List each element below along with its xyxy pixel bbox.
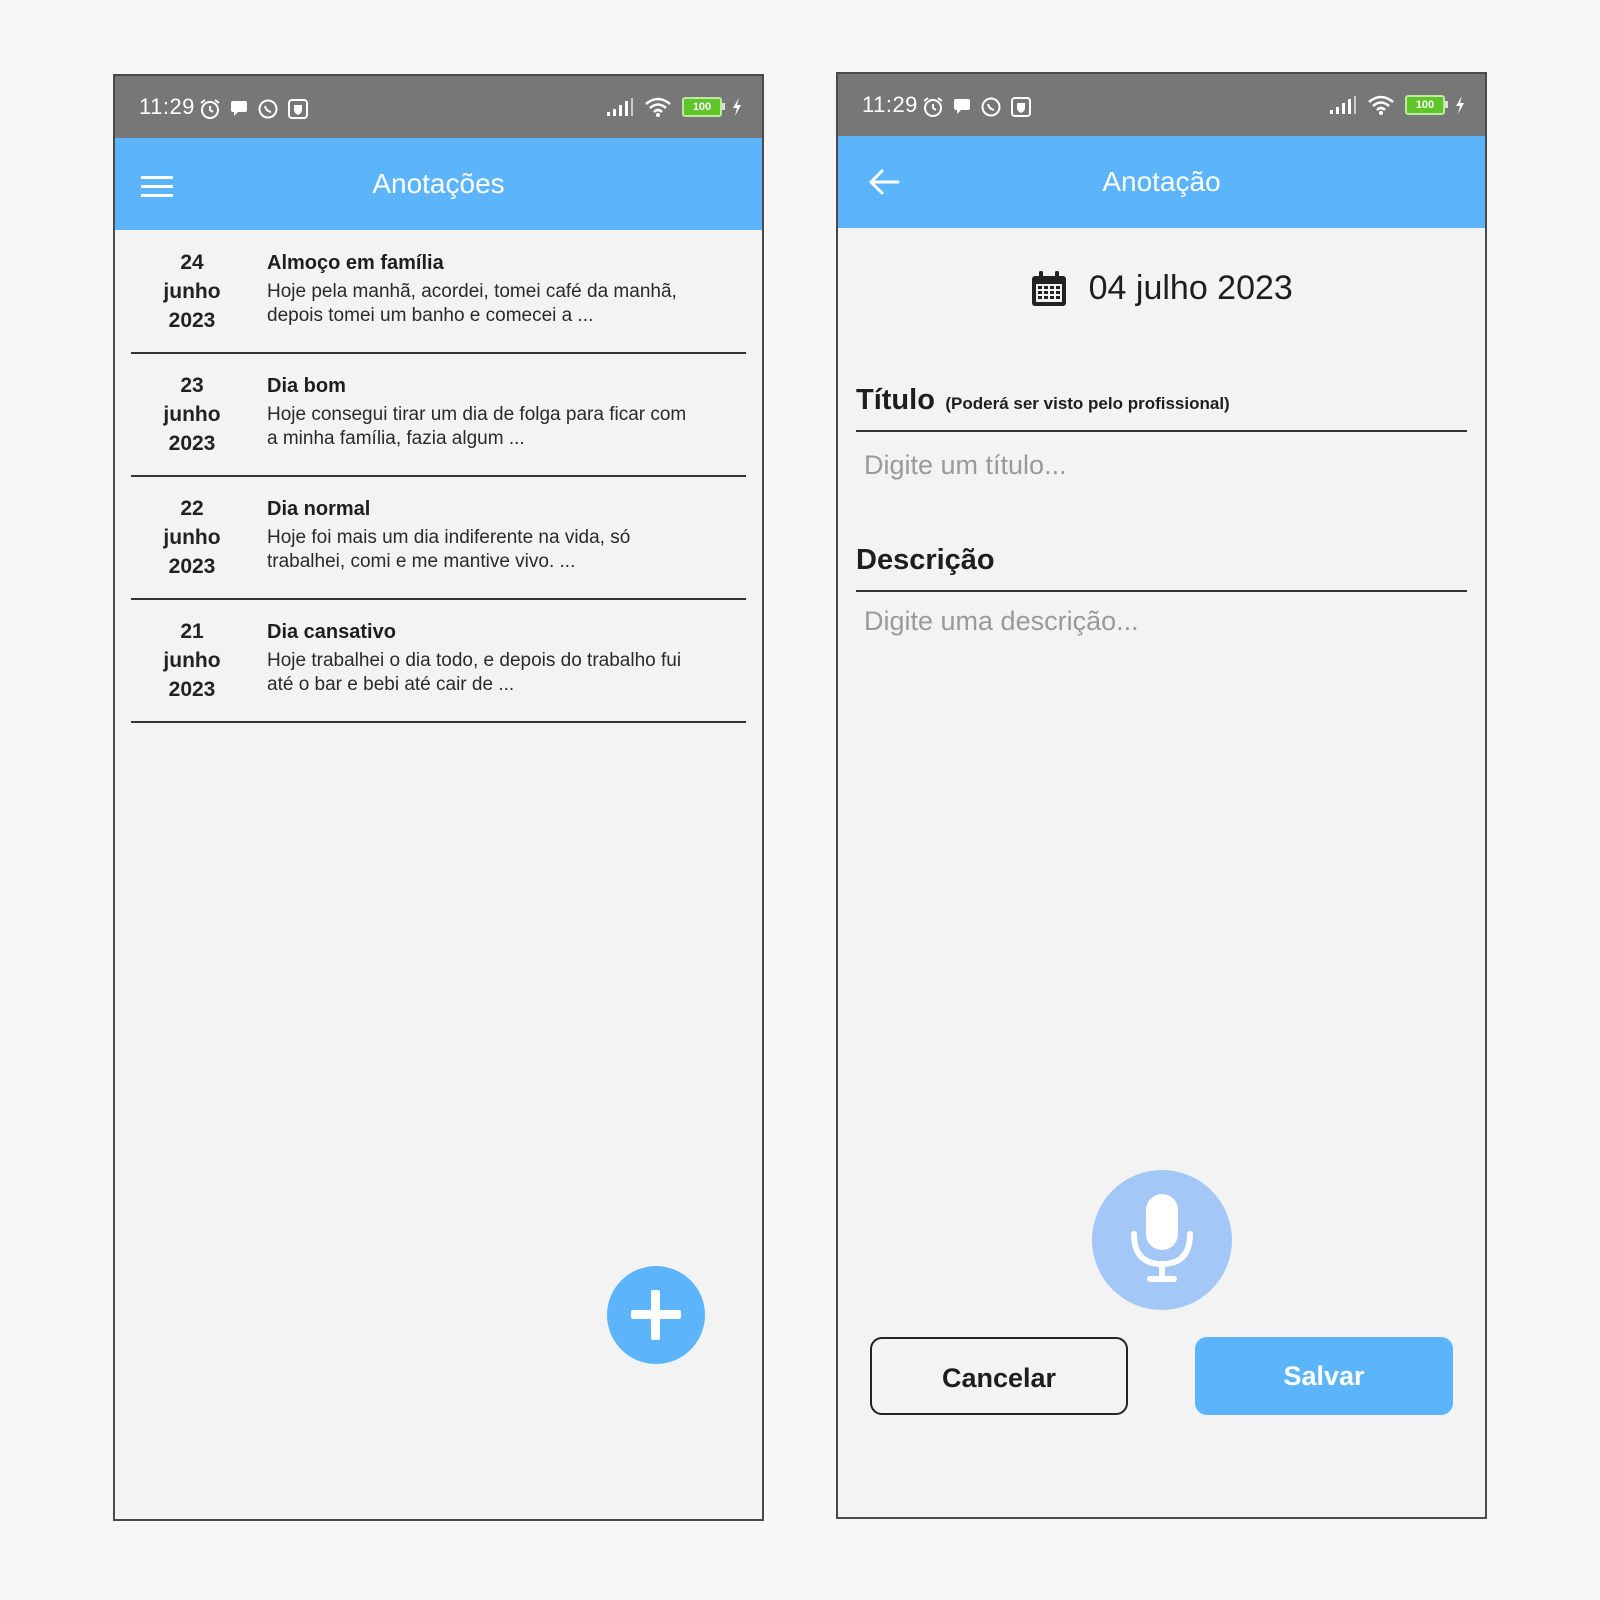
signal-icon [1330,96,1356,114]
note-date: 23 junho 2023 [131,371,253,458]
wifi-icon [1368,95,1394,115]
page-title: Anotação [1102,166,1221,197]
app-bar: Anotações [115,138,762,230]
alarm-icon [200,99,220,119]
notes-list: 24 junho 2023 Almoço em família Hoje pel… [131,231,746,723]
status-time: 11:29 [862,92,918,117]
note-year: 2023 [168,309,216,332]
note-date: 24 junho 2023 [131,248,253,335]
note-year: 2023 [168,432,216,455]
note-month: junho [163,526,221,549]
note-title: Dia bom [267,375,346,397]
note-year: 2023 [168,555,216,578]
chat-bubble-icon [954,99,970,114]
whatsapp-icon [258,99,278,119]
note-description: Hoje trabalhei o dia todo, e depois do t… [267,649,727,697]
note-day: 22 [180,497,204,520]
note-description-line: a minha família, fazia algum ... [267,428,525,449]
note-title: Dia normal [267,498,371,520]
note-description-line: até o bar e bebi até cair de ... [267,674,515,695]
note-description-line: Hoje trabalhei o dia todo, e depois do t… [267,650,682,671]
note-description: Hoje consegui tirar um dia de folga para… [267,403,727,451]
charging-icon [1456,96,1464,114]
note-title: Almoço em família [267,252,444,274]
note-month: junho [163,403,221,426]
title-label: Título [856,384,935,416]
title-input[interactable] [862,444,1461,486]
note-description-line: trabalhei, comi e me mantive vivo. ... [267,551,576,572]
list-item[interactable]: 21 junho 2023 Dia cansativo Hoje trabalh… [131,600,746,723]
description-input[interactable] [862,604,1461,1108]
note-title: Dia cansativo [267,621,396,643]
shield-app-icon [1011,97,1031,117]
note-date: 22 junho 2023 [131,494,253,581]
note-year: 2023 [168,678,216,701]
whatsapp-icon [981,97,1001,117]
save-button[interactable]: Salvar [1195,1337,1453,1415]
app-bar: Anotação [838,136,1485,228]
list-item[interactable]: 22 junho 2023 Dia normal Hoje foi mais u… [131,477,746,600]
page-title: Anotações [372,168,505,199]
notes-list-screen: 11:29 100 Anotações 24 junho 2023 Almoço… [113,74,764,1521]
status-time: 11:29 [139,94,195,119]
battery-icon: 100 [682,97,725,117]
signal-icon [607,98,633,116]
wifi-icon [645,97,671,117]
note-description-line: depois tomei um banho e comecei a ... [267,305,594,326]
note-day: 24 [180,251,204,274]
battery-icon: 100 [1405,95,1448,115]
note-description-line: Hoje pela manhã, acordei, tomei café da … [267,281,677,302]
calendar-icon [1032,270,1067,306]
shield-app-icon [288,99,308,119]
charging-icon [733,98,741,116]
status-bar: 11:29 100 [115,76,762,138]
note-description: Hoje foi mais um dia indiferente na vida… [267,526,727,574]
status-bar: 11:29 100 [838,74,1485,136]
note-description-line: Hoje foi mais um dia indiferente na vida… [267,527,631,548]
note-day: 23 [180,374,204,397]
list-item[interactable]: 23 junho 2023 Dia bom Hoje consegui tira… [131,354,746,477]
title-hint: (Poderá ser visto pelo profissional) [945,394,1230,413]
note-month: junho [163,280,221,303]
description-label: Descrição [856,544,995,576]
title-field-label: Título (Poderá ser visto pelo profission… [856,384,1467,432]
voice-input-button[interactable] [1092,1170,1232,1310]
add-note-button[interactable] [607,1266,705,1364]
note-date-text: 04 julho 2023 [1088,269,1293,307]
cancel-button[interactable]: Cancelar [870,1337,1128,1415]
microphone-icon [1131,1194,1193,1282]
list-item[interactable]: 24 junho 2023 Almoço em família Hoje pel… [131,231,746,354]
chat-bubble-icon [231,101,247,116]
description-field-label: Descrição [856,544,1467,592]
note-month: junho [163,649,221,672]
note-description: Hoje pela manhã, acordei, tomei café da … [267,280,727,328]
note-description-line: Hoje consegui tirar um dia de folga para… [267,404,687,425]
note-date: 21 junho 2023 [131,617,253,704]
alarm-icon [923,97,943,117]
note-date-row[interactable]: 04 julho 2023 [838,269,1485,313]
note-day: 21 [180,620,204,643]
note-edit-screen: 11:29 100 Anotação 04 julho 2023 Título … [836,72,1487,1519]
